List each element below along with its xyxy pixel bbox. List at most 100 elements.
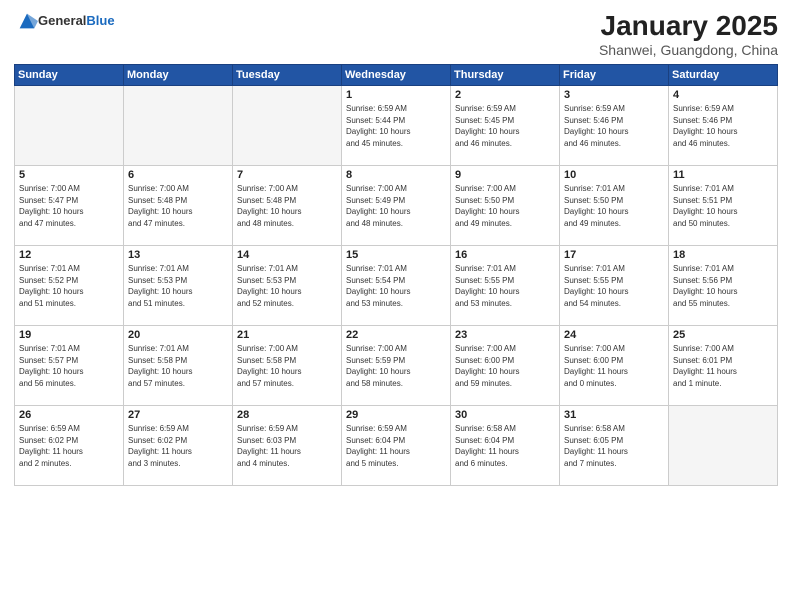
- day-info: Sunrise: 7:01 AM Sunset: 5:56 PM Dayligh…: [673, 263, 773, 309]
- day-info: Sunrise: 6:59 AM Sunset: 5:44 PM Dayligh…: [346, 103, 446, 149]
- day-cell: 19 Sunrise: 7:01 AM Sunset: 5:57 PM Dayli…: [15, 326, 124, 406]
- day-cell: 17Sunrise: 7:01 AM Sunset: 5:55 PM Dayli…: [560, 246, 669, 326]
- day-cell: 10 Sunrise: 7:01 AM Sunset: 5:50 PM Dayli…: [560, 166, 669, 246]
- day-cell: 8 Sunrise: 7:00 AM Sunset: 5:49 PM Daylig…: [342, 166, 451, 246]
- day-cell: 23Sunrise: 7:00 AM Sunset: 6:00 PM Dayli…: [451, 326, 560, 406]
- day-cell: 15Sunrise: 7:01 AM Sunset: 5:54 PM Dayli…: [342, 246, 451, 326]
- header-tuesday: Tuesday: [233, 65, 342, 86]
- day-number: 17: [564, 249, 664, 261]
- day-info: Sunrise: 7:00 AM Sunset: 5:47 PM Dayligh…: [19, 183, 119, 229]
- day-cell: 4Sunrise: 6:59 AM Sunset: 5:46 PM Daylig…: [669, 86, 778, 166]
- day-number: 24: [564, 329, 664, 341]
- day-cell: 12Sunrise: 7:01 AM Sunset: 5:52 PM Dayli…: [15, 246, 124, 326]
- weekday-header-row: Sunday Monday Tuesday Wednesday Thursday…: [15, 65, 778, 86]
- day-cell: 14 Sunrise: 7:01 AM Sunset: 5:53 PM Dayli…: [233, 246, 342, 326]
- header-thursday: Thursday: [451, 65, 560, 86]
- day-number: 30: [455, 409, 555, 421]
- day-cell: [233, 86, 342, 166]
- day-number: 29: [346, 409, 446, 421]
- day-info: Sunrise: 6:59 AM Sunset: 6:04 PM Dayligh…: [346, 423, 446, 469]
- day-number: 7: [237, 169, 337, 181]
- day-cell: 5 Sunrise: 7:00 AM Sunset: 5:47 PM Daylig…: [15, 166, 124, 246]
- day-info: Sunrise: 7:01 AM Sunset: 5:58 PM Dayligh…: [128, 343, 228, 389]
- day-info: Sunrise: 6:59 AM Sunset: 5:46 PM Dayligh…: [564, 103, 664, 149]
- day-cell: 26Sunrise: 6:59 AM Sunset: 6:02 PM Dayli…: [15, 406, 124, 486]
- title-location: Shanwei, Guangdong, China: [599, 42, 778, 58]
- day-info: Sunrise: 6:59 AM Sunset: 5:45 PM Dayligh…: [455, 103, 555, 149]
- day-number: 5: [19, 169, 119, 181]
- day-cell: 13Sunrise: 7:01 AM Sunset: 5:53 PM Dayli…: [124, 246, 233, 326]
- day-number: 31: [564, 409, 664, 421]
- day-number: 13: [128, 249, 228, 261]
- day-info: Sunrise: 7:00 AM Sunset: 5:48 PM Dayligh…: [237, 183, 337, 229]
- day-number: 19: [19, 329, 119, 341]
- day-info: Sunrise: 7:01 AM Sunset: 5:50 PM Dayligh…: [564, 183, 664, 229]
- day-info: Sunrise: 6:58 AM Sunset: 6:05 PM Dayligh…: [564, 423, 664, 469]
- day-cell: 6 Sunrise: 7:00 AM Sunset: 5:48 PM Daylig…: [124, 166, 233, 246]
- header-monday: Monday: [124, 65, 233, 86]
- day-number: 20: [128, 329, 228, 341]
- day-info: Sunrise: 7:00 AM Sunset: 5:48 PM Dayligh…: [128, 183, 228, 229]
- day-cell: 7 Sunrise: 7:00 AM Sunset: 5:48 PM Daylig…: [233, 166, 342, 246]
- day-info: Sunrise: 6:59 AM Sunset: 6:03 PM Dayligh…: [237, 423, 337, 469]
- day-cell: 30 Sunrise: 6:58 AM Sunset: 6:04 PM Dayli…: [451, 406, 560, 486]
- week-row-5: 26 Sunrise: 6:59 AM Sunset: 6:02 PM Dayli…: [15, 406, 778, 486]
- day-cell: [124, 86, 233, 166]
- day-info: Sunrise: 7:00 AM Sunset: 5:49 PM Dayligh…: [346, 183, 446, 229]
- day-number: 2: [455, 89, 555, 101]
- week-row-1: 1 Sunrise: 6:59 AM Sunset: 5:44 PM Daylig…: [15, 86, 778, 166]
- day-number: 23: [455, 329, 555, 341]
- day-number: 26: [19, 409, 119, 421]
- day-cell: 21 Sunrise: 7:00 AM Sunset: 5:58 PM Dayli…: [233, 326, 342, 406]
- day-number: 21: [237, 329, 337, 341]
- day-info: Sunrise: 7:00 AM Sunset: 6:00 PM Dayligh…: [564, 343, 664, 389]
- day-info: Sunrise: 7:00 AM Sunset: 6:01 PM Dayligh…: [673, 343, 773, 389]
- logo-blue: Blue: [86, 13, 114, 28]
- logo-icon: [16, 10, 38, 32]
- day-cell: 27Sunrise: 6:59 AM Sunset: 6:02 PM Dayli…: [124, 406, 233, 486]
- day-number: 8: [346, 169, 446, 181]
- day-cell: 18 Sunrise: 7:01 AM Sunset: 5:56 PM Dayli…: [669, 246, 778, 326]
- calendar: Sunday Monday Tuesday Wednesday Thursday…: [14, 64, 778, 486]
- header-sunday: Sunday: [15, 65, 124, 86]
- day-number: 12: [19, 249, 119, 261]
- day-number: 9: [455, 169, 555, 181]
- day-info: Sunrise: 6:58 AM Sunset: 6:04 PM Dayligh…: [455, 423, 555, 469]
- logo-text: GeneralBlue: [38, 13, 115, 29]
- title-month: January 2025: [599, 10, 778, 42]
- day-cell: 3 Sunrise: 6:59 AM Sunset: 5:46 PM Daylig…: [560, 86, 669, 166]
- day-cell: 9 Sunrise: 7:00 AM Sunset: 5:50 PM Daylig…: [451, 166, 560, 246]
- day-number: 28: [237, 409, 337, 421]
- day-info: Sunrise: 7:00 AM Sunset: 5:59 PM Dayligh…: [346, 343, 446, 389]
- header: GeneralBlue January 2025 Shanwei, Guangd…: [14, 10, 778, 58]
- week-row-4: 19 Sunrise: 7:01 AM Sunset: 5:57 PM Dayli…: [15, 326, 778, 406]
- header-friday: Friday: [560, 65, 669, 86]
- day-cell: 31 Sunrise: 6:58 AM Sunset: 6:05 PM Dayli…: [560, 406, 669, 486]
- day-cell: 2 Sunrise: 6:59 AM Sunset: 5:45 PM Daylig…: [451, 86, 560, 166]
- day-info: Sunrise: 6:59 AM Sunset: 6:02 PM Dayligh…: [128, 423, 228, 469]
- day-number: 6: [128, 169, 228, 181]
- day-number: 14: [237, 249, 337, 261]
- day-number: 3: [564, 89, 664, 101]
- day-number: 16: [455, 249, 555, 261]
- week-row-2: 5 Sunrise: 7:00 AM Sunset: 5:47 PM Daylig…: [15, 166, 778, 246]
- day-info: Sunrise: 7:01 AM Sunset: 5:54 PM Dayligh…: [346, 263, 446, 309]
- day-info: Sunrise: 7:00 AM Sunset: 5:58 PM Dayligh…: [237, 343, 337, 389]
- day-cell: 11Sunrise: 7:01 AM Sunset: 5:51 PM Dayli…: [669, 166, 778, 246]
- day-cell: [15, 86, 124, 166]
- day-info: Sunrise: 6:59 AM Sunset: 5:46 PM Dayligh…: [673, 103, 773, 149]
- day-info: Sunrise: 7:01 AM Sunset: 5:57 PM Dayligh…: [19, 343, 119, 389]
- title-block: January 2025 Shanwei, Guangdong, China: [599, 10, 778, 58]
- day-number: 18: [673, 249, 773, 261]
- day-info: Sunrise: 7:01 AM Sunset: 5:55 PM Dayligh…: [455, 263, 555, 309]
- header-wednesday: Wednesday: [342, 65, 451, 86]
- day-info: Sunrise: 7:01 AM Sunset: 5:53 PM Dayligh…: [237, 263, 337, 309]
- day-cell: [669, 406, 778, 486]
- page: GeneralBlue January 2025 Shanwei, Guangd…: [0, 0, 792, 612]
- day-cell: 1 Sunrise: 6:59 AM Sunset: 5:44 PM Daylig…: [342, 86, 451, 166]
- day-number: 1: [346, 89, 446, 101]
- day-cell: 25Sunrise: 7:00 AM Sunset: 6:01 PM Dayli…: [669, 326, 778, 406]
- day-info: Sunrise: 7:00 AM Sunset: 5:50 PM Dayligh…: [455, 183, 555, 229]
- day-cell: 22Sunrise: 7:00 AM Sunset: 5:59 PM Dayli…: [342, 326, 451, 406]
- day-number: 10: [564, 169, 664, 181]
